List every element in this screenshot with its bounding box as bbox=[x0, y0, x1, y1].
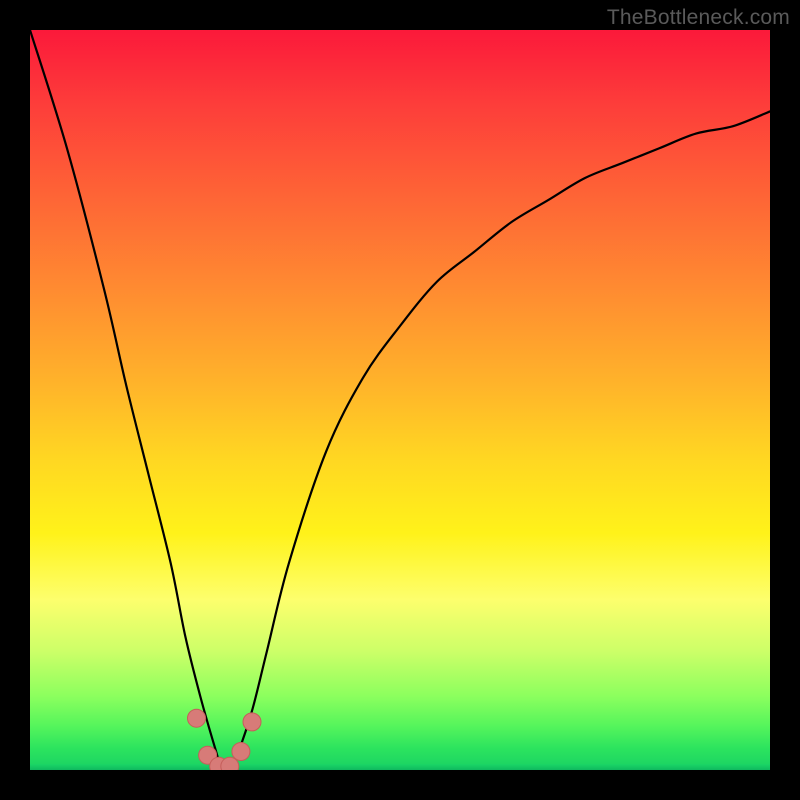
marker-group bbox=[188, 709, 262, 770]
marker-dot bbox=[243, 713, 261, 731]
chart-frame: TheBottleneck.com bbox=[0, 0, 800, 800]
marker-dot bbox=[188, 709, 206, 727]
plot-area bbox=[30, 30, 770, 770]
markers-svg bbox=[30, 30, 770, 770]
watermark-text: TheBottleneck.com bbox=[607, 6, 790, 30]
marker-dot bbox=[232, 743, 250, 761]
